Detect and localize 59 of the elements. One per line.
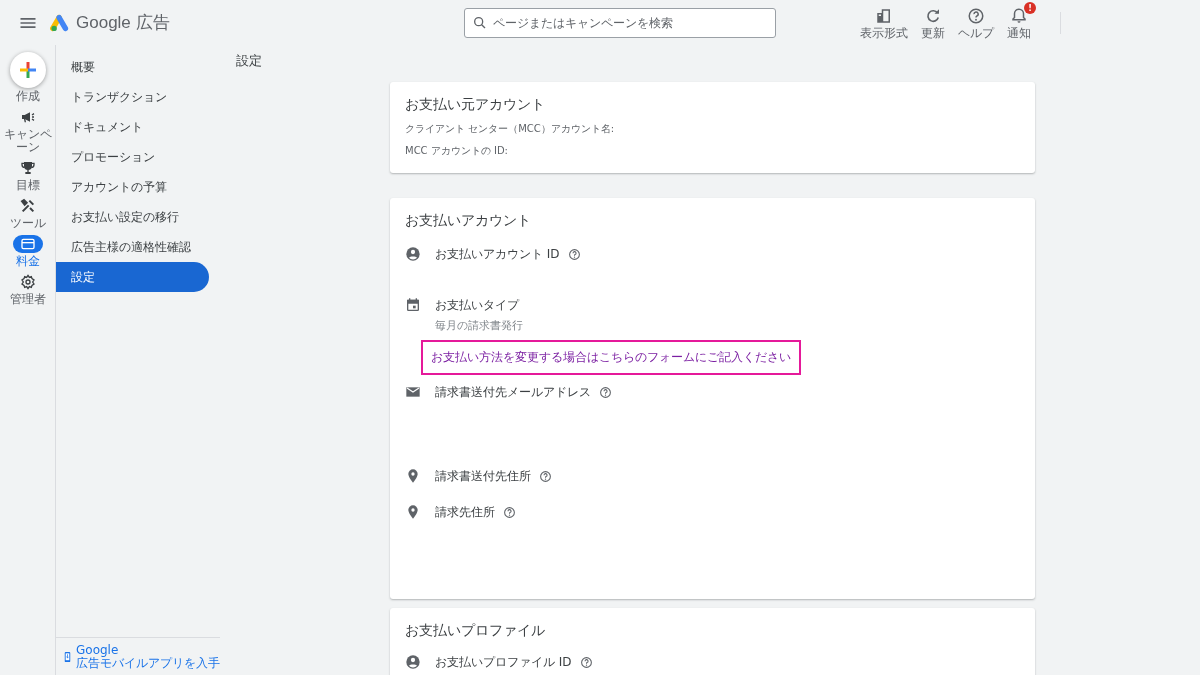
search-field[interactable]: ページまたはキャンペーンを検索 xyxy=(464,7,776,38)
help-icon[interactable] xyxy=(599,385,612,399)
rail-label: 目標 xyxy=(14,179,41,192)
sidebar-item[interactable]: トランザクション xyxy=(56,82,209,112)
calendar-icon xyxy=(405,297,421,313)
help-icon[interactable] xyxy=(503,505,516,519)
sidebar-item[interactable]: アカウントの予算 xyxy=(56,172,209,202)
location-pin-icon xyxy=(405,504,421,520)
mail-icon xyxy=(405,384,421,400)
card-title: お支払いプロファイル xyxy=(405,622,546,640)
tools-icon xyxy=(19,198,36,214)
logo-icon[interactable] xyxy=(50,13,70,32)
form-link[interactable]: お支払い方法を変更する場合はこちらのフォームにご記入ください xyxy=(421,340,801,375)
refresh-icon xyxy=(924,7,942,25)
toolbar-button[interactable]: 表示形式 xyxy=(854,3,914,42)
page-title: 設定 xyxy=(236,52,263,70)
setting-label: 請求先住所 xyxy=(435,503,495,521)
sidebar-item[interactable]: 概要 xyxy=(56,52,209,82)
toolbar-button[interactable]: ヘルプ xyxy=(952,3,1000,42)
person-icon xyxy=(405,654,421,670)
bell-icon xyxy=(1010,7,1028,25)
help-icon[interactable] xyxy=(567,247,581,261)
create-button[interactable] xyxy=(9,52,46,88)
sidebar-item[interactable]: お支払い設定の移行 xyxy=(56,202,209,232)
bar-chart-icon xyxy=(875,7,893,25)
toolbar-button[interactable]: ! 通知 xyxy=(1000,3,1038,42)
field-label: MCC アカウントの ID: xyxy=(405,144,509,158)
sidebar-item[interactable]: 広告主様の適格性確認 xyxy=(56,232,209,262)
field-label: クライアント センター（MCC）アカウント名: xyxy=(405,122,616,136)
rail-label: ツール xyxy=(8,217,47,230)
setting-value: 毎月の請求書発行 xyxy=(435,318,523,333)
setting-label: お支払いタイプ xyxy=(435,296,519,314)
sidebar-item[interactable]: ドキュメント xyxy=(56,112,209,142)
setting-label: 請求書送付先メールアドレス xyxy=(435,383,591,401)
rail-label: 作成 xyxy=(14,90,41,103)
help-icon[interactable] xyxy=(579,655,593,669)
rail-label: 管理者 xyxy=(8,293,47,306)
credit-card-icon xyxy=(19,236,36,252)
help-icon[interactable] xyxy=(539,469,552,483)
rail-label: 料金 xyxy=(14,255,41,268)
gear-icon xyxy=(19,274,36,290)
product-name: Google 広告 xyxy=(76,12,170,34)
search-icon xyxy=(472,14,488,31)
rail-label: キャンペーン xyxy=(2,128,53,154)
card-title: お支払いアカウント xyxy=(405,212,532,230)
setting-label: 請求書送付先住所 xyxy=(435,467,531,485)
person-icon xyxy=(405,246,421,262)
location-pin-icon xyxy=(405,468,421,484)
toolbar-button[interactable]: 更新 xyxy=(914,3,952,42)
trophy-icon xyxy=(19,160,36,176)
sidebar-item[interactable]: プロモーション xyxy=(56,142,209,172)
sidebar-item[interactable]: 設定 xyxy=(56,262,209,292)
help-icon xyxy=(967,7,985,25)
app-download-link[interactable]: Google 広告モバイルアプリを入手 xyxy=(76,643,220,670)
setting-label: お支払いプロファイル ID xyxy=(435,653,572,671)
card-title: お支払い元アカウント xyxy=(405,96,546,114)
setting-label: お支払いアカウント ID xyxy=(435,245,560,263)
rail-icon-button[interactable] xyxy=(12,235,43,253)
notification-badge: ! xyxy=(1024,2,1036,14)
